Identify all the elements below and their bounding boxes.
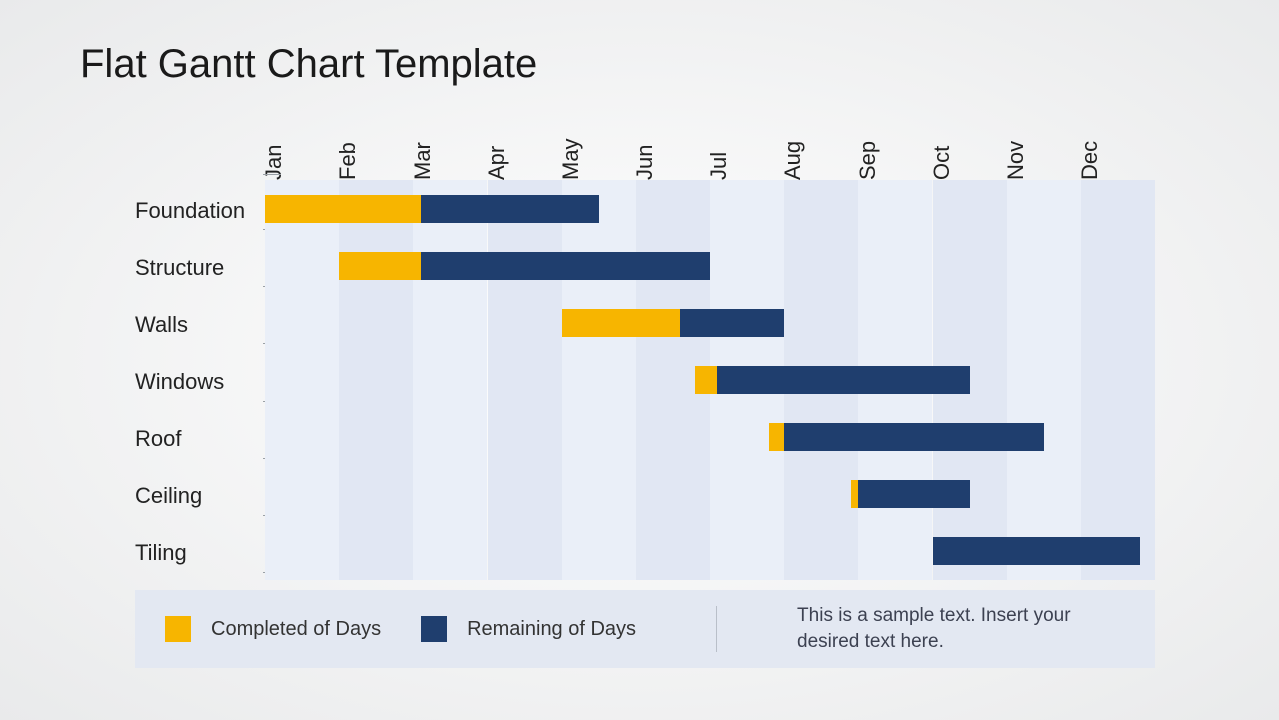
page-title: Flat Gantt Chart Template [80,42,537,87]
task-label: Tiling [135,539,187,567]
slide: Flat Gantt Chart Template JanFebMarAprMa… [0,0,1279,720]
task-label: Roof [135,425,181,453]
month-label: Sep [855,141,881,180]
month-label: Dec [1077,141,1103,180]
gantt-bar [695,366,969,394]
legend-remaining-label: Remaining of Days [467,618,636,641]
swatch-remaining [421,616,447,642]
plot-area: Foundation Structure Walls Windows Roof Ceili… [135,180,1155,580]
bar-remaining [933,537,1141,565]
bar-completed [695,366,717,394]
gantt-bar [562,309,785,337]
swatch-completed [165,616,191,642]
gantt-chart: JanFebMarAprMayJunJulAugSepOctNovDec Fou… [135,100,1155,580]
month-label: Jun [632,145,658,180]
gantt-bar [339,252,710,280]
task-label: Walls [135,311,188,339]
month-label: May [558,138,584,180]
task-label: Ceiling [135,482,202,510]
month-axis: JanFebMarAprMayJunJulAugSepOctNovDec [265,100,1155,180]
month-label: Nov [1003,141,1029,180]
bar-completed [851,480,858,508]
bar-completed [562,309,681,337]
legend-note: This is a sample text. Insert your desir… [797,603,1077,654]
task-label: Windows [135,368,224,396]
month-label: Mar [410,142,436,180]
row-tick [263,174,281,175]
gantt-bar [933,537,1141,565]
month-label: Aug [780,141,806,180]
legend-divider [716,606,717,652]
gantt-bar [851,480,970,508]
task-label: Structure [135,254,224,282]
bar-completed [339,252,421,280]
task-label: Foundation [135,197,245,225]
bars-layer [265,180,1155,580]
task-labels: Foundation Structure Walls Windows Roof Ceili… [135,180,265,580]
legend-panel: Completed of Days Remaining of Days This… [135,590,1155,668]
bar-remaining [421,252,710,280]
bar-completed [265,195,421,223]
month-label: Oct [929,146,955,180]
month-label: Apr [484,146,510,180]
month-label: Jul [706,152,732,180]
bar-remaining [717,366,969,394]
gantt-bar [265,195,599,223]
bar-remaining [858,480,969,508]
gantt-bar [769,423,1043,451]
legend-completed-label: Completed of Days [211,618,381,641]
bar-remaining [784,423,1044,451]
bar-completed [769,423,784,451]
month-label: Feb [335,142,361,180]
bar-remaining [421,195,599,223]
bar-remaining [680,309,784,337]
